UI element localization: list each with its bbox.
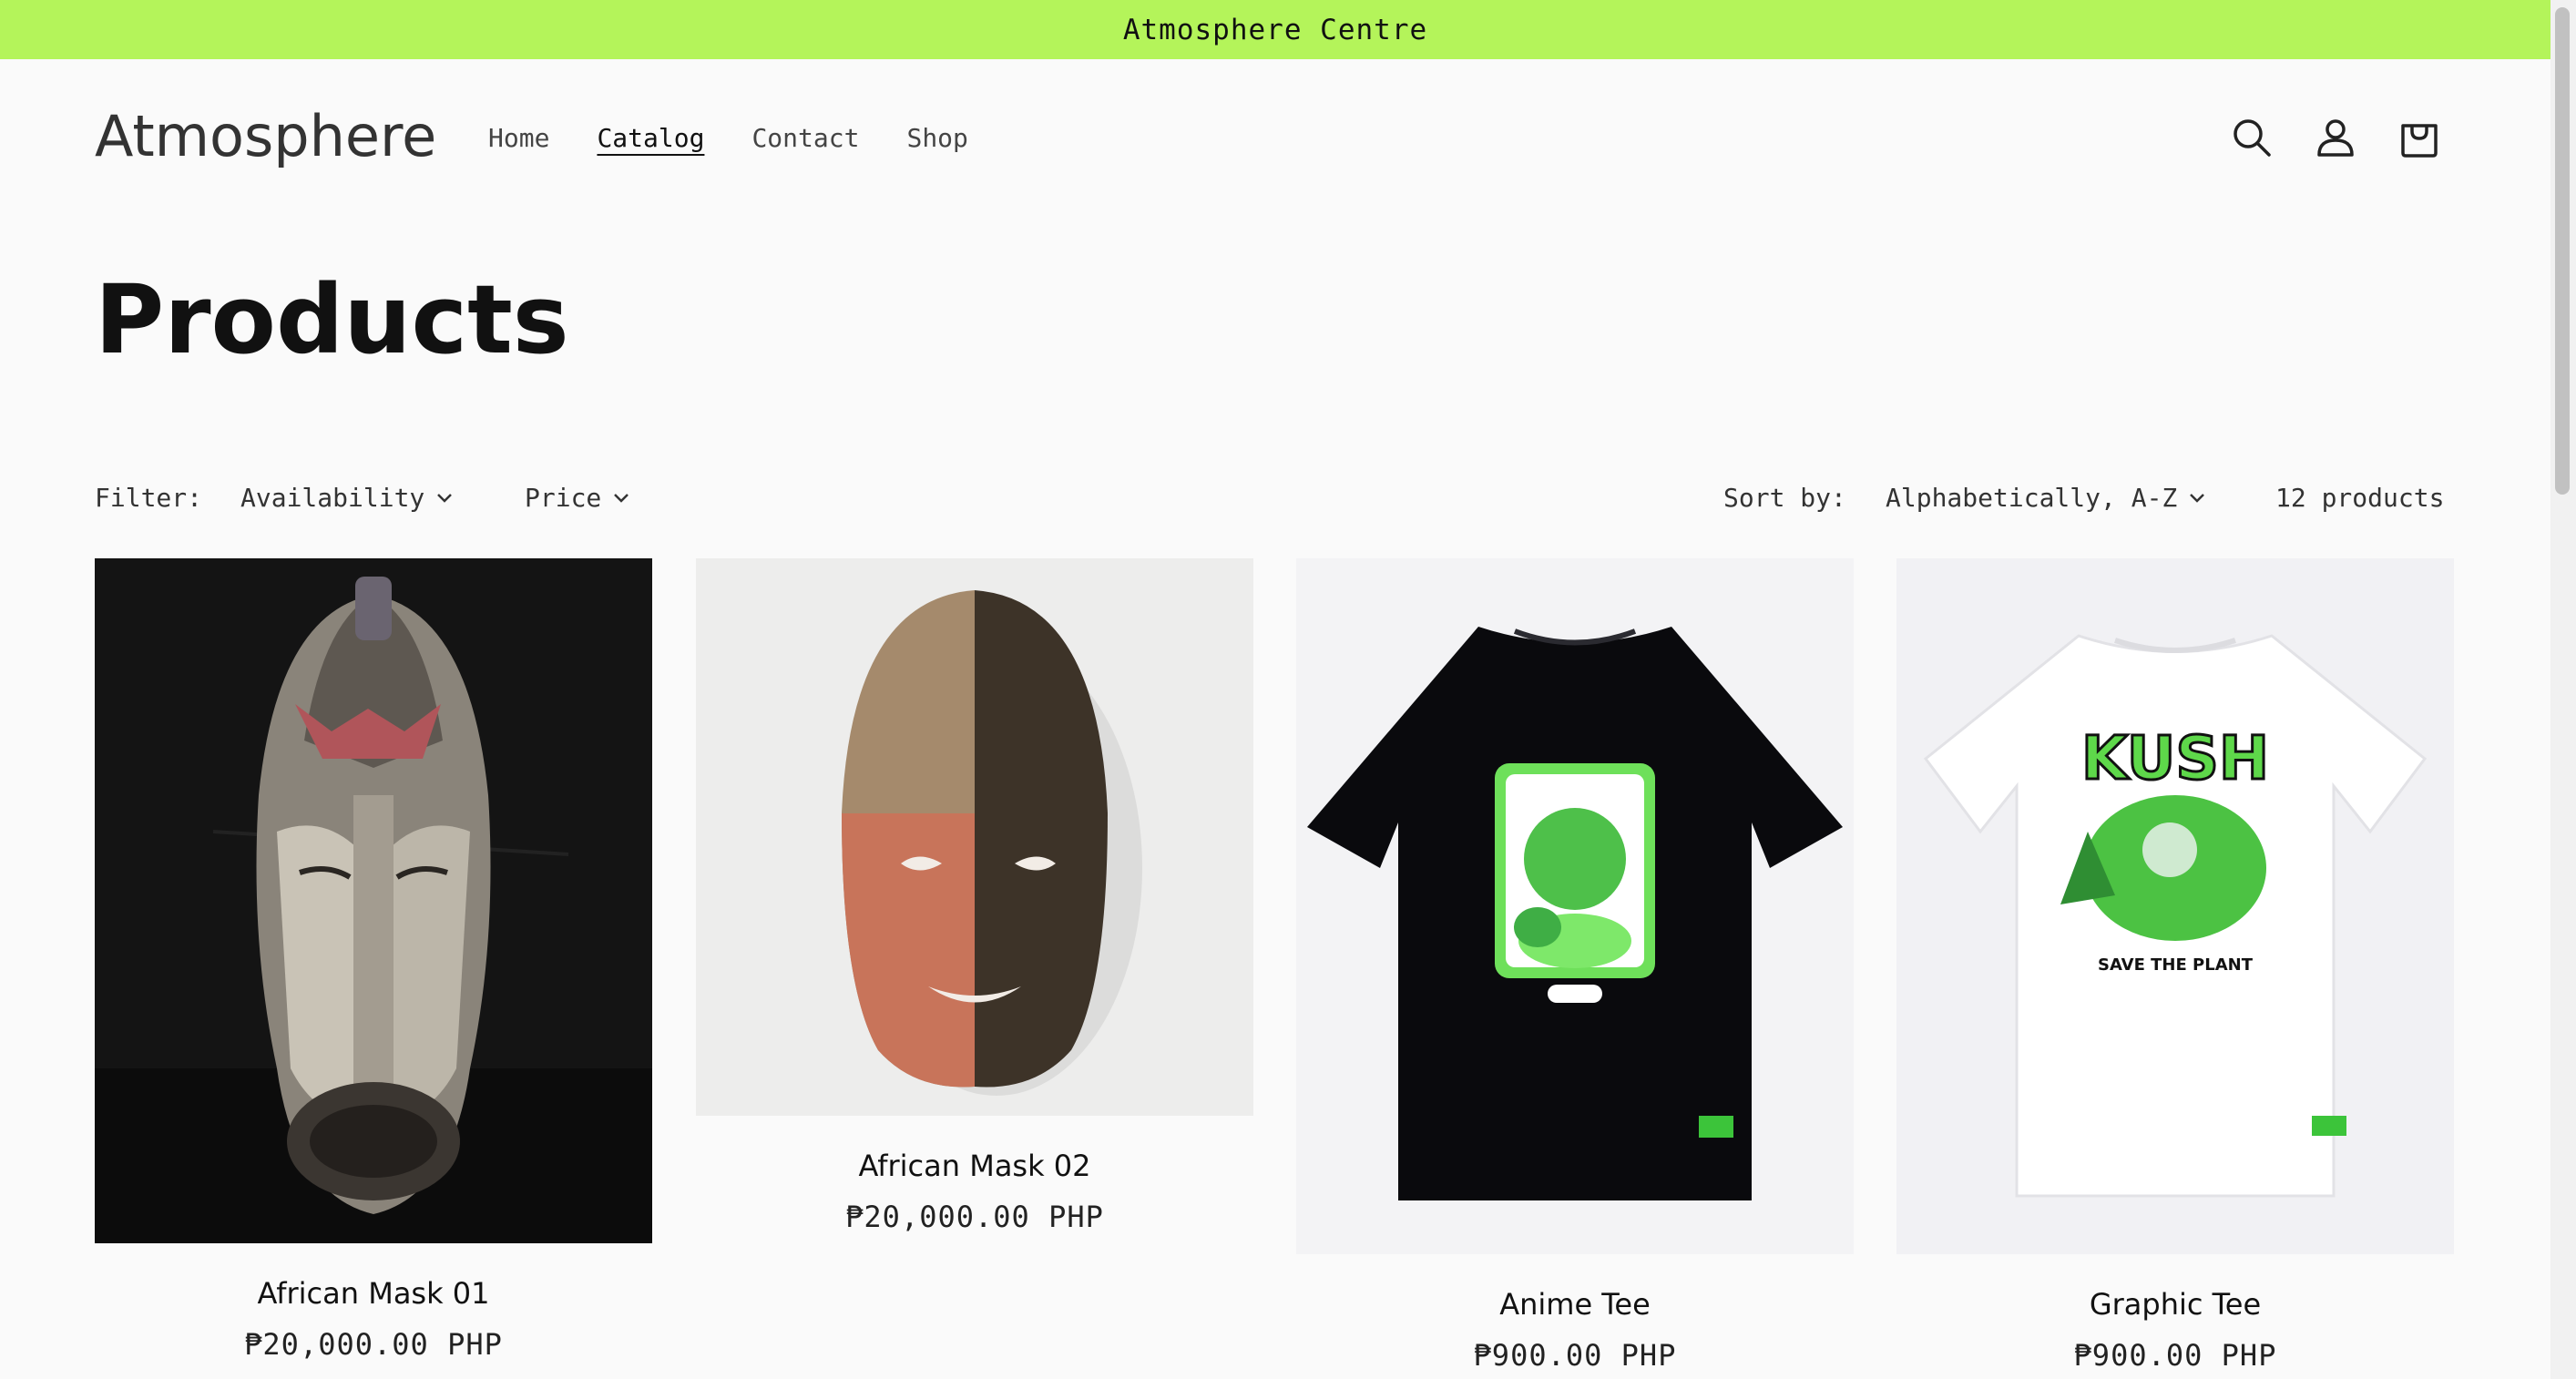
product-count: 12 products — [2275, 483, 2445, 513]
product-name[interactable]: African Mask 01 — [95, 1276, 652, 1311]
filter-label: Filter: — [95, 483, 203, 513]
sort-label: Sort by: — [1723, 483, 1846, 513]
product-image[interactable] — [696, 558, 1253, 1116]
scrollbar-thumb[interactable] — [2555, 7, 2570, 495]
availability-label: Availability — [240, 483, 425, 513]
availability-filter[interactable]: Availability — [240, 483, 454, 513]
filter-bar: Filter: Availability Price Sort by: Alph… — [95, 483, 2454, 521]
nav-home[interactable]: Home — [488, 123, 549, 153]
product-card[interactable]: Anime Tee ₱900.00 PHP — [1296, 558, 1854, 1373]
product-price: ₱900.00 PHP — [2073, 1338, 2277, 1373]
nav-contact[interactable]: Contact — [751, 123, 859, 153]
site-header: Atmosphere Home Catalog Contact Shop — [0, 59, 2550, 214]
product-card[interactable]: KUSH SAVE THE PLANT Graphic Tee ₱900.00 … — [1896, 558, 2454, 1373]
announcement-bar: Atmosphere Centre — [0, 0, 2550, 59]
product-name[interactable]: Anime Tee — [1296, 1287, 1854, 1322]
product-price: ₱20,000.00 PHP — [845, 1200, 1104, 1234]
sort-value: Alphabetically, A-Z — [1886, 483, 2178, 513]
product-name[interactable]: Graphic Tee — [1896, 1287, 2454, 1322]
search-icon[interactable] — [2226, 112, 2277, 163]
nav-shop[interactable]: Shop — [906, 123, 967, 153]
page-title: Products — [95, 264, 569, 375]
product-card[interactable]: African Mask 02 ₱20,000.00 PHP — [696, 558, 1253, 1234]
account-icon[interactable] — [2310, 112, 2361, 163]
print-slogan: SAVE THE PLANT — [2098, 955, 2254, 975]
print-brand: KUSH — [2081, 723, 2269, 793]
site-logo[interactable]: Atmosphere — [95, 103, 436, 169]
announcement-text: Atmosphere Centre — [1122, 13, 1428, 46]
product-price: ₱20,000.00 PHP — [244, 1327, 503, 1362]
page-scrollbar[interactable] — [2550, 0, 2576, 1379]
product-image[interactable] — [95, 558, 652, 1243]
product-image[interactable]: KUSH SAVE THE PLANT — [1896, 558, 2454, 1254]
price-label: Price — [525, 483, 602, 513]
chevron-down-icon — [2190, 493, 2205, 503]
header-icons — [2226, 112, 2478, 163]
nav-catalog[interactable]: Catalog — [597, 123, 704, 153]
product-card[interactable]: African Mask 01 ₱20,000.00 PHP — [95, 558, 652, 1362]
chevron-down-icon — [614, 493, 629, 503]
cart-icon[interactable] — [2394, 112, 2445, 163]
sort-select[interactable]: Alphabetically, A-Z — [1886, 483, 2206, 513]
main-nav: Home Catalog Contact Shop — [488, 123, 1016, 153]
chevron-down-icon — [437, 493, 453, 503]
product-name[interactable]: African Mask 02 — [696, 1149, 1253, 1183]
price-filter[interactable]: Price — [525, 483, 630, 513]
product-price: ₱900.00 PHP — [1473, 1338, 1677, 1373]
product-image[interactable] — [1296, 558, 1854, 1254]
